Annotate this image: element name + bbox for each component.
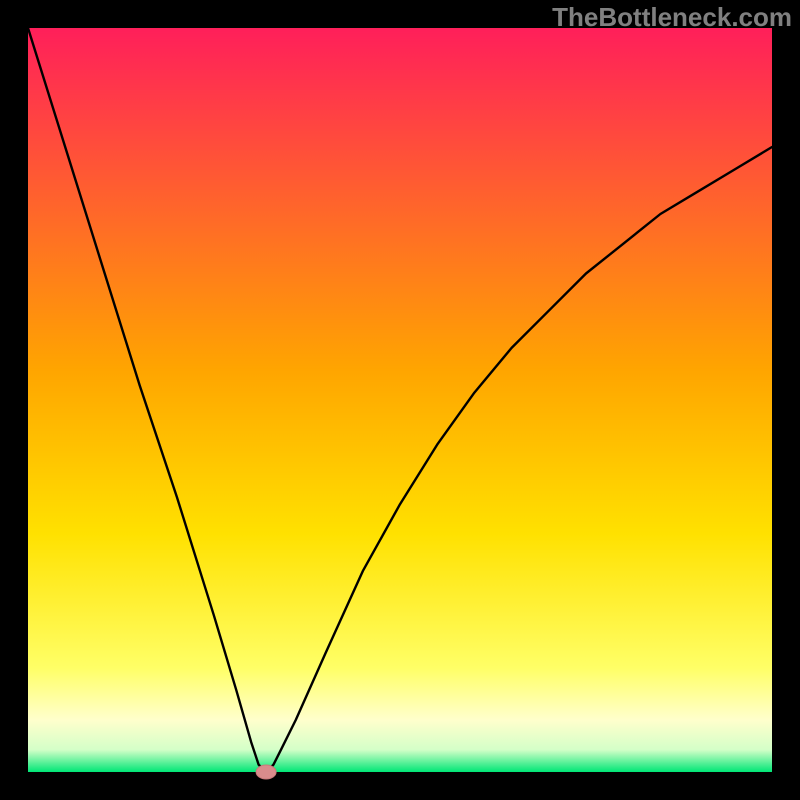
- plot-area: [28, 28, 772, 772]
- watermark-text: TheBottleneck.com: [552, 2, 792, 33]
- optimal-marker: [256, 765, 276, 779]
- bottleneck-chart: [0, 0, 800, 800]
